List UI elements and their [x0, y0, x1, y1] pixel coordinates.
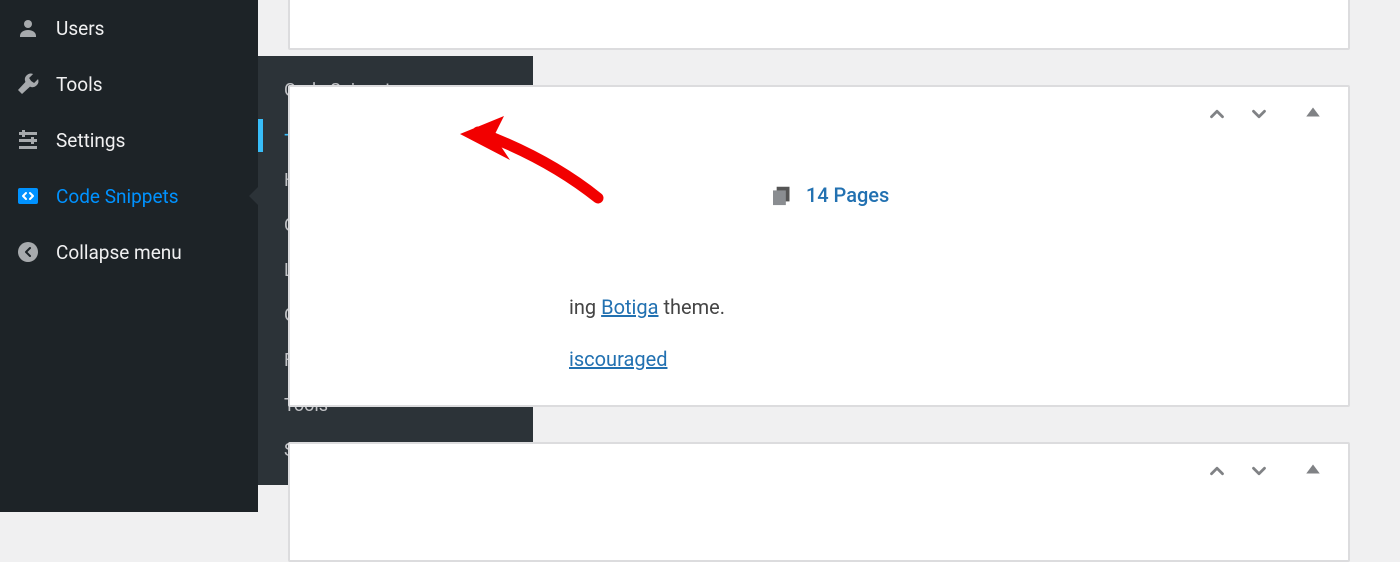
panel-collapse-icon[interactable] [1304, 103, 1322, 125]
sidebar-collapse-menu[interactable]: Collapse menu [0, 224, 258, 280]
pages-icon [770, 184, 792, 206]
pages-count-label: 14 Pages [806, 183, 890, 207]
dashboard-panel-top [288, 0, 1350, 50]
theme-prefix-fragment: ing [569, 295, 601, 319]
sidebar-item-code-snippets[interactable]: Code Snippets [0, 168, 258, 224]
wrench-icon [14, 70, 42, 98]
panel-toggle-group [1206, 103, 1322, 125]
collapse-icon [14, 238, 42, 266]
admin-sidebar: Users Tools Settings Code Snippets Colla… [0, 0, 258, 512]
panel-move-down-icon[interactable] [1248, 103, 1270, 125]
sidebar-item-label: Tools [56, 73, 103, 96]
sidebar-collapse-label: Collapse menu [56, 241, 182, 264]
users-icon [14, 14, 42, 42]
code-icon [14, 182, 42, 210]
sidebar-item-users[interactable]: Users [0, 0, 258, 56]
panel-toggle-group [1206, 460, 1322, 482]
theme-info-text: ing Botiga theme. [569, 295, 725, 319]
sidebar-item-settings[interactable]: Settings [0, 112, 258, 168]
theme-suffix: theme. [659, 295, 726, 319]
panel-move-up-icon[interactable] [1206, 103, 1228, 125]
panel-collapse-icon[interactable] [1304, 460, 1322, 482]
discouraged-link[interactable]: iscouraged [569, 347, 667, 371]
sidebar-item-label: Users [56, 17, 104, 40]
dashboard-panel-middle: 14 Pages ing Botiga theme. iscouraged [288, 85, 1350, 407]
sidebar-item-tools[interactable]: Tools [0, 56, 258, 112]
panel-move-up-icon[interactable] [1206, 460, 1228, 482]
pages-count-row[interactable]: 14 Pages [770, 183, 890, 207]
sidebar-item-label: Settings [56, 129, 125, 152]
content-area: 14 Pages ing Botiga theme. iscouraged [258, 0, 1400, 512]
panel-move-down-icon[interactable] [1248, 460, 1270, 482]
sidebar-item-label: Code Snippets [56, 185, 179, 208]
warning-link-row: iscouraged [569, 347, 667, 371]
dashboard-panel-bottom [288, 442, 1350, 562]
theme-name-link[interactable]: Botiga [601, 295, 658, 319]
sliders-icon [14, 126, 42, 154]
